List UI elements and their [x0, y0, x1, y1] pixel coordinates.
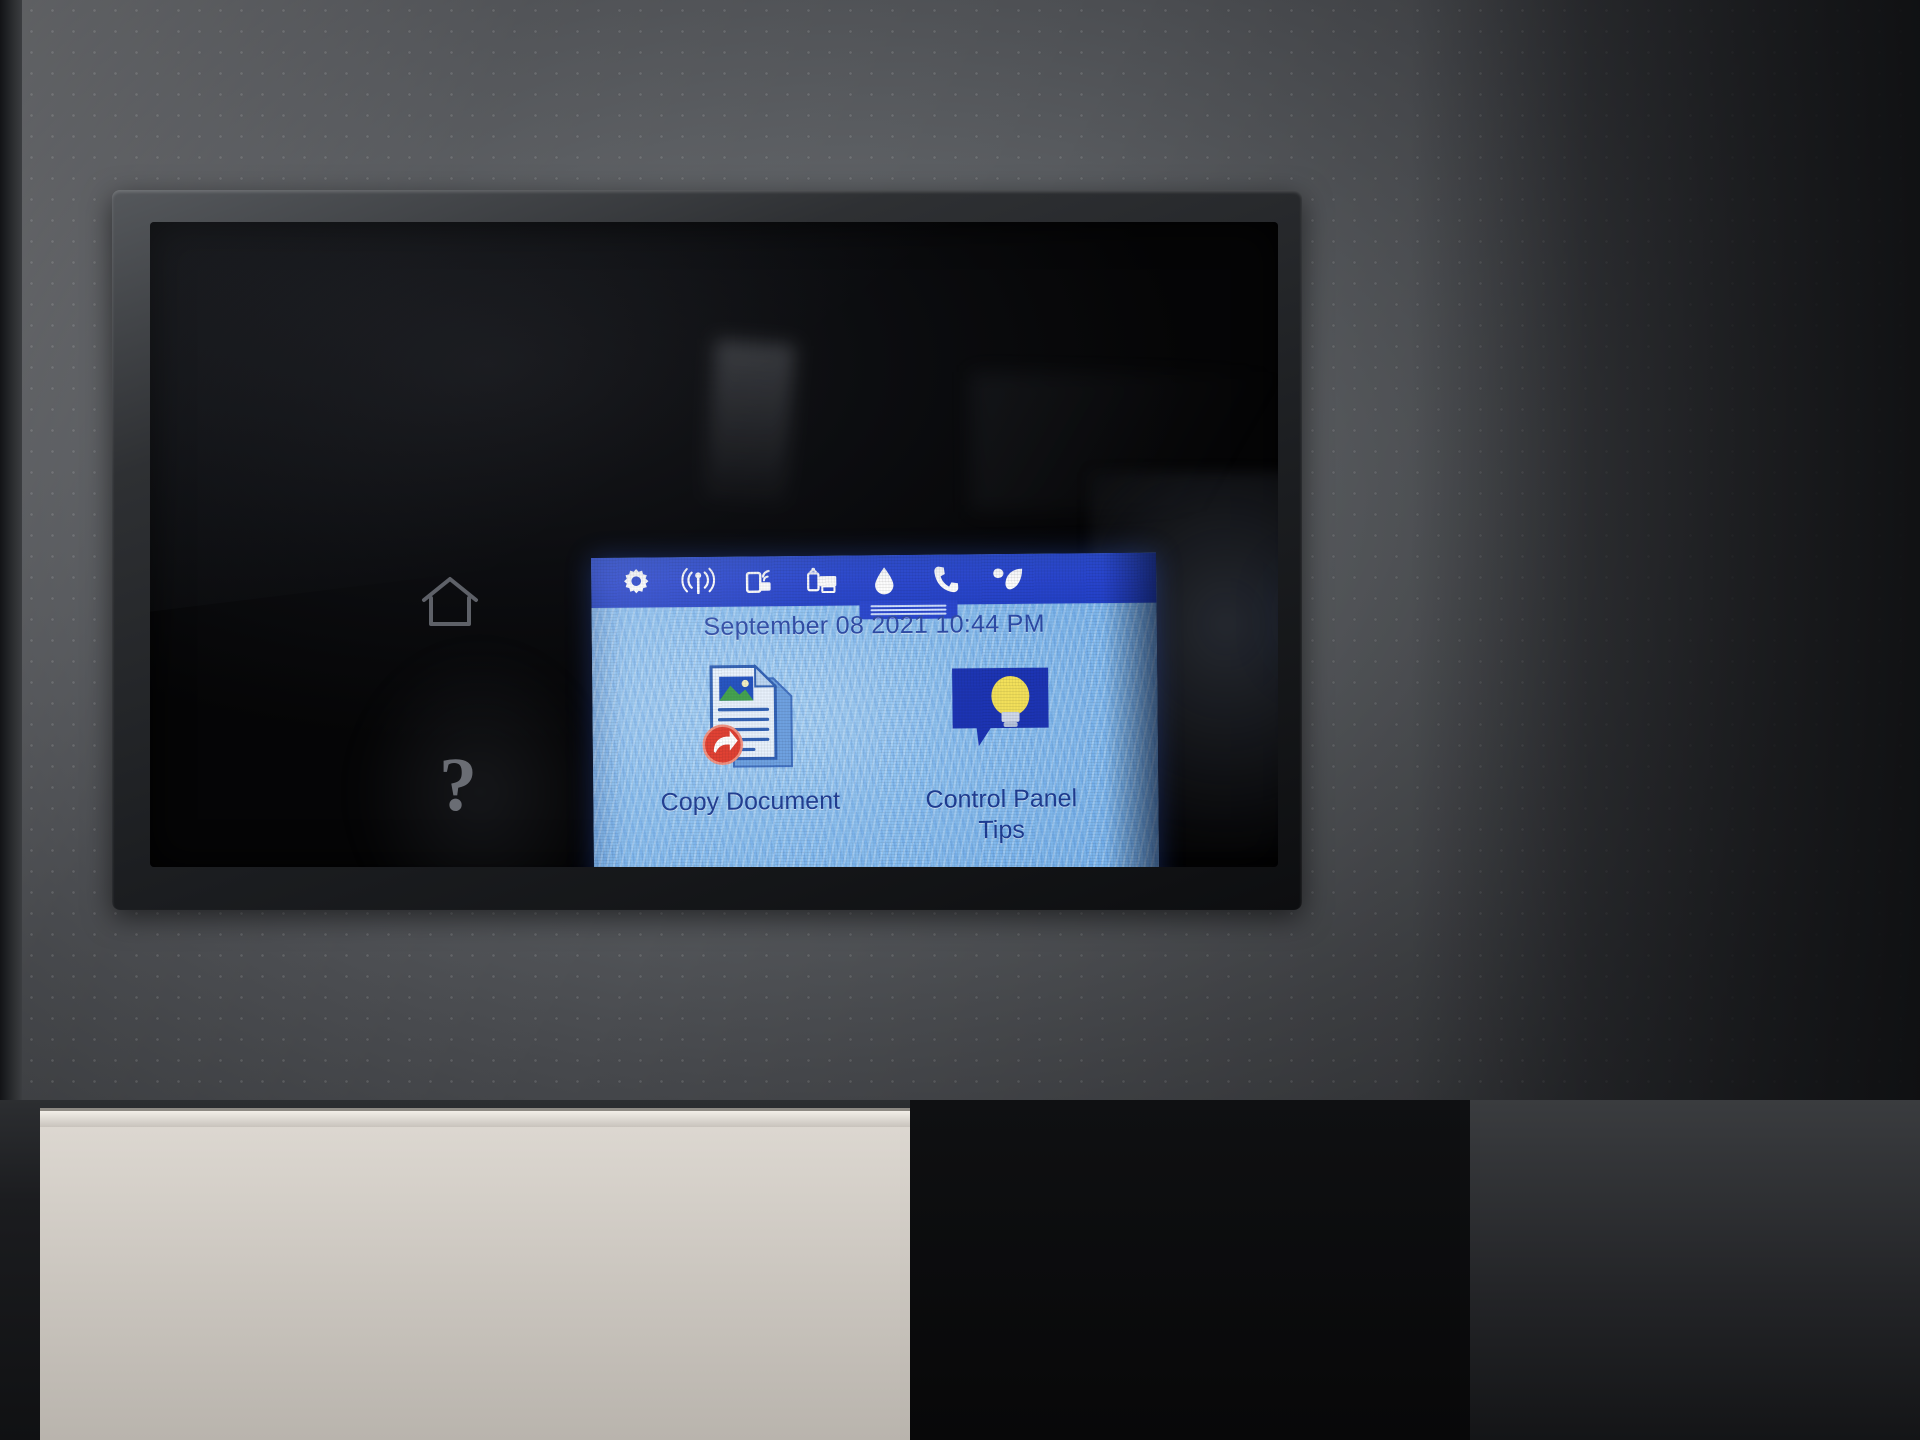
status-bar: [591, 552, 1157, 620]
output-paper-tray: [40, 1108, 910, 1440]
datetime-display: September 08 2021 10:44 PM: [703, 609, 1045, 641]
home-tiles: Copy Document Control Panel Tips: [592, 651, 1159, 867]
home-button[interactable]: [408, 566, 492, 638]
panel-left-edge: [0, 0, 22, 1100]
tile-label: Copy Document: [660, 786, 841, 817]
question-mark-icon: ?: [439, 742, 477, 827]
fax-phone-icon[interactable]: [915, 557, 977, 602]
tile-copy-document[interactable]: Copy Document: [651, 654, 848, 867]
output-tray-slot: [910, 1100, 1470, 1440]
glass-reflection: [970, 372, 1278, 512]
document-with-photo-and-copy-badge-icon: [702, 664, 794, 768]
home-icon: [422, 577, 478, 626]
glass-smudge: [704, 339, 796, 505]
lcd-content: September 08 2021 10:44 PM Copy Document…: [591, 552, 1161, 867]
ink-level-icon: [875, 567, 894, 595]
control-panel-tips-icon-wrap: [944, 652, 1057, 781]
wireless-icon[interactable]: [667, 560, 729, 605]
printer-body: ? September 08 2021 10:44 PM Copy Docume…: [0, 0, 1920, 1440]
printer-right-side: [1470, 1100, 1920, 1440]
tile-label: Control Panel Tips: [925, 784, 1078, 844]
setup-gear-icon[interactable]: [605, 560, 667, 605]
gear-icon: [623, 568, 649, 594]
phone-wireless-direct-icon: [745, 569, 771, 594]
paper-tray-lip: [40, 1111, 910, 1127]
eco-leaf-icon[interactable]: [977, 557, 1039, 602]
panel-right-shadow: [1410, 0, 1920, 1110]
telephone-handset-icon: [934, 566, 959, 593]
mobile-print-icon: [806, 567, 837, 594]
copy-document-icon-wrap: [687, 654, 812, 783]
tile-control-panel-tips[interactable]: Control Panel Tips: [902, 651, 1099, 867]
wifi-antenna-icon: [681, 567, 716, 595]
ecosmart-leaf-icon: [993, 568, 1023, 590]
lightbulb-speech-bubble-icon: [952, 667, 1049, 747]
display-glass: ? September 08 2021 10:44 PM Copy Docume…: [150, 222, 1278, 867]
wireless-direct-icon[interactable]: [729, 559, 791, 604]
lcd-screen: September 08 2021 10:44 PM Copy Document…: [591, 552, 1161, 867]
pulldown-line: [870, 604, 947, 608]
help-button[interactable]: ?: [422, 742, 494, 828]
eprint-icon[interactable]: [791, 558, 853, 603]
ink-drop-icon[interactable]: [853, 558, 915, 603]
